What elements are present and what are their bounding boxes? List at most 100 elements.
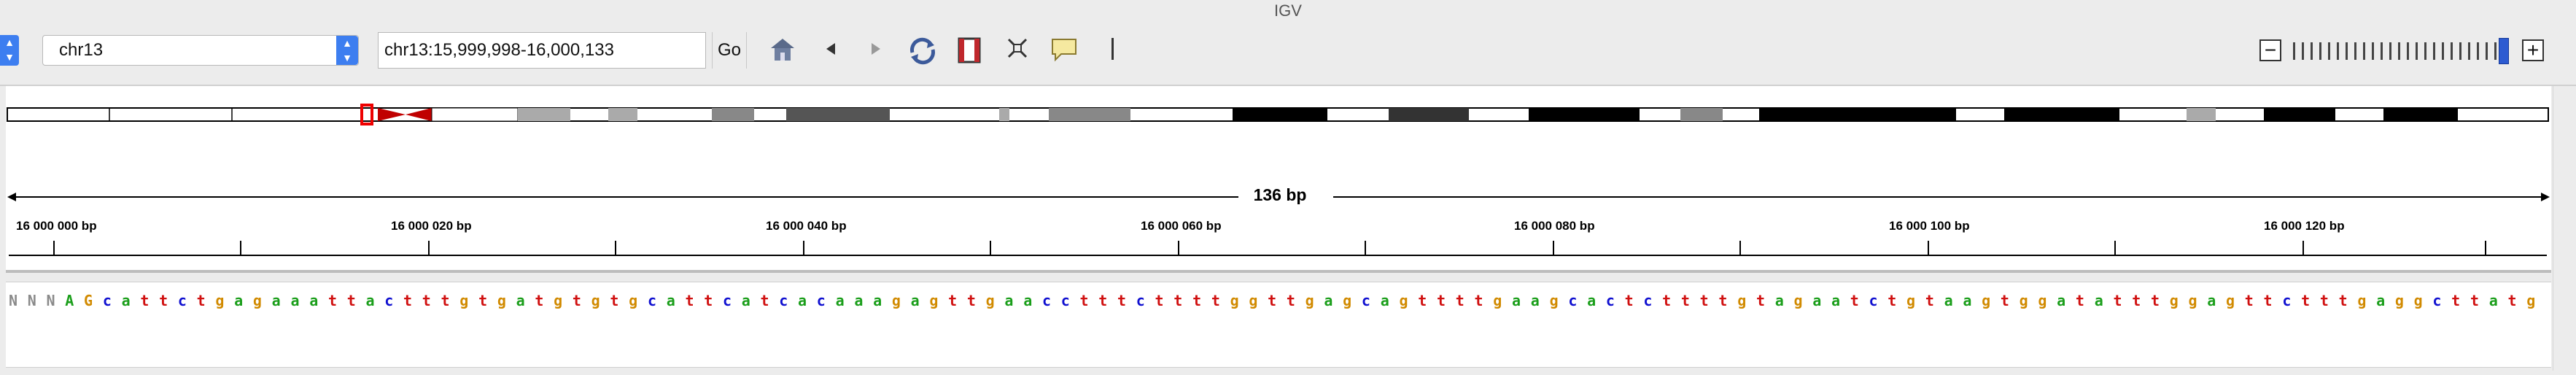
base: a [2207, 292, 2216, 309]
base: t [1756, 292, 1765, 309]
base: t [1474, 292, 1483, 309]
ruler-divider-icon [1094, 36, 1130, 66]
base: t [1155, 292, 1164, 309]
base: g [591, 292, 600, 309]
base: t [1098, 292, 1108, 309]
base: t [140, 292, 150, 309]
base: t [2132, 292, 2141, 309]
base: t [2301, 292, 2311, 309]
base: t [2263, 292, 2273, 309]
base: g [1230, 292, 1239, 309]
zoom-slider-track[interactable] [2293, 42, 2500, 60]
base: a [741, 292, 750, 309]
ruler-tick-label: 16 000 120 bp [2264, 219, 2345, 233]
base: t [327, 292, 338, 309]
base: c [1643, 292, 1653, 309]
zoom-slider-thumb[interactable] [2499, 38, 2509, 64]
base: a [1023, 292, 1033, 309]
chromosome-ideogram[interactable] [6, 86, 2551, 159]
base: c [1041, 292, 1051, 309]
base: g [2413, 292, 2423, 309]
ruler-tick-label: 16 000 100 bp [1889, 219, 1970, 233]
base: t [422, 292, 431, 309]
base: t [1662, 292, 1672, 309]
base: t [2113, 292, 2122, 309]
base: a [1324, 292, 1333, 309]
fit-to-window-icon[interactable] [999, 36, 1036, 66]
base: t [159, 292, 168, 309]
base: g [2357, 292, 2367, 309]
base: t [1192, 292, 1202, 309]
genome-dropdown-arrow[interactable]: ▲ ▼ [0, 35, 19, 66]
base: g [891, 292, 901, 309]
base: a [1963, 292, 1972, 309]
base: t [1718, 292, 1728, 309]
base: a [1774, 292, 1784, 309]
base: t [685, 292, 694, 309]
ruler-panel[interactable] [6, 159, 2551, 273]
base: G [84, 292, 93, 309]
home-icon[interactable] [764, 36, 801, 66]
base: g [1493, 292, 1502, 309]
base: A [65, 292, 74, 309]
toolbar: ▲ ▼ chr13 ▲ ▼ chr13:15,999,998-16,000,133 … [0, 22, 2576, 86]
span-label: 136 bp [1240, 185, 1320, 205]
base: a [1512, 292, 1521, 309]
base: c [647, 292, 656, 309]
base: c [177, 292, 187, 309]
base: t [535, 292, 544, 309]
base: c [1361, 292, 1370, 309]
base: c [779, 292, 788, 309]
base: g [1399, 292, 1408, 309]
base: c [1869, 292, 1878, 309]
base: c [1605, 292, 1615, 309]
ruler-tick-label: 16 000 040 bp [766, 219, 847, 233]
base: g [629, 292, 638, 309]
base: t [704, 292, 713, 309]
base: a [516, 292, 525, 309]
base: c [102, 292, 112, 309]
go-button[interactable]: Go [712, 32, 747, 69]
base: g [497, 292, 506, 309]
back-icon[interactable] [812, 36, 849, 66]
base: g [1906, 292, 1916, 309]
base: t [2000, 292, 2009, 309]
base: g [2019, 292, 2028, 309]
base: t [2451, 292, 2461, 309]
vertical-scrollbar[interactable] [2553, 86, 2572, 371]
base: t [1699, 292, 1709, 309]
chevron-updown-icon: ▲ ▼ [336, 36, 358, 65]
base: c [1568, 292, 1578, 309]
base: a [121, 292, 131, 309]
base: g [1549, 292, 1559, 309]
ruler-ticks [53, 241, 2486, 255]
popup-info-icon[interactable] [1046, 36, 1082, 66]
base: t [1850, 292, 1859, 309]
base: t [1925, 292, 1934, 309]
locus-input[interactable]: chr13:15,999,998-16,000,133 [378, 32, 706, 69]
region-of-interest-icon[interactable] [951, 36, 988, 66]
base: a [1831, 292, 1841, 309]
chromosome-select[interactable]: chr13 ▲ ▼ [42, 35, 359, 66]
zoom-in-button[interactable]: + [2522, 39, 2544, 61]
sequence-row: NNNAGcattctgagaaattactttgtgatgtgtgcattca… [6, 286, 2551, 315]
forward-icon[interactable] [858, 36, 894, 66]
base: t [1624, 292, 1634, 309]
ruler-tick-label: 16 000 060 bp [1141, 219, 1222, 233]
base: t [2470, 292, 2479, 309]
base: g [1737, 292, 1747, 309]
refresh-icon[interactable] [904, 36, 941, 66]
base: a [2488, 292, 2498, 309]
base: t [196, 292, 206, 309]
base: t [1436, 292, 1446, 309]
base: t [2150, 292, 2160, 309]
base: a [835, 292, 845, 309]
zoom-out-button[interactable]: − [2259, 39, 2281, 61]
ideogram-panel[interactable]: p13p12p11.2p11.1q12.11q12.12q12.2q13.1q1… [6, 86, 2551, 223]
base: a [1944, 292, 1953, 309]
base: a [2057, 292, 2066, 309]
base: a [1380, 292, 1389, 309]
base: t [478, 292, 488, 309]
base: c [1136, 292, 1145, 309]
base: t [966, 292, 976, 309]
